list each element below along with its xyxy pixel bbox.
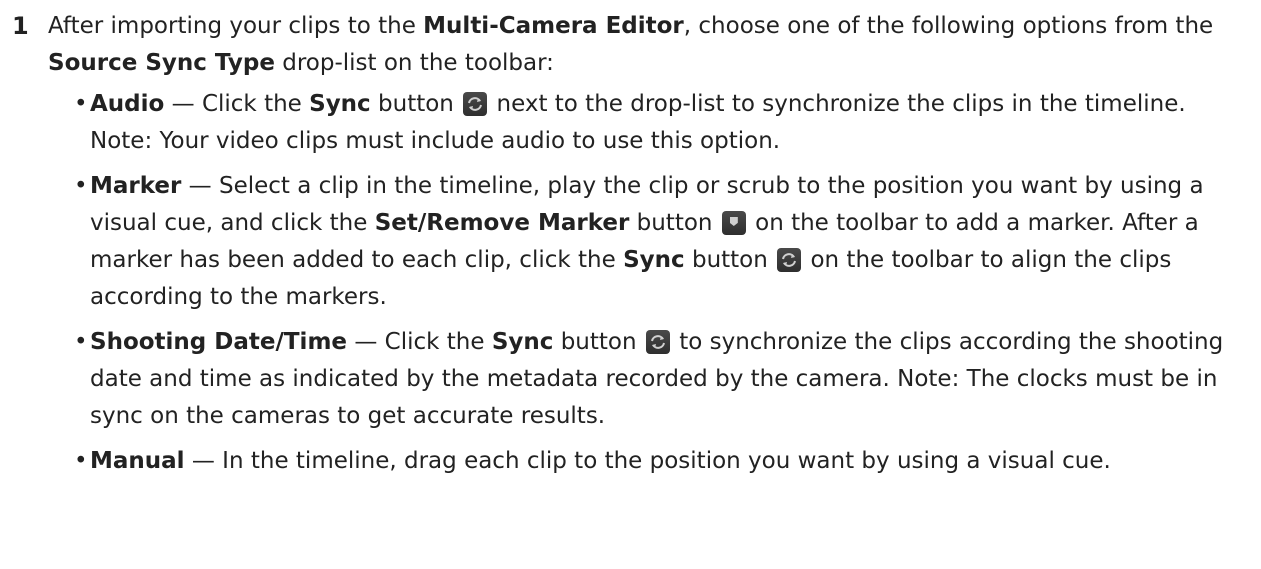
step-instruction: After importing your clips to the Multi-… [48,13,1214,76]
step-1: 1 After importing your clips to the Mult… [12,8,1252,488]
option-manual: • Manual — In the timeline, drag each cl… [74,443,1252,480]
option-title: Marker [90,173,182,199]
sync-icon [463,92,488,116]
source-sync-type-term: Source Sync Type [48,50,275,76]
option-title: Shooting Date/Time [90,329,348,355]
option-title: Manual [90,448,185,474]
sync-options-list: • Audio — Click the Sync button next to … [74,86,1252,480]
option-shooting-date-time: • Shooting Date/Time — Click the Sync bu… [74,324,1252,435]
sync-icon [777,248,802,272]
bullet: • [74,448,88,474]
option-title: Audio [90,91,165,117]
multi-camera-editor-term: Multi-Camera Editor [423,13,684,39]
step-number: 1 [12,12,29,40]
bullet: • [74,91,88,117]
bullet: • [74,329,88,355]
marker-icon [721,211,746,235]
help-page: 1 After importing your clips to the Mult… [0,0,1261,569]
sync-icon [645,330,670,354]
option-audio: • Audio — Click the Sync button next to … [74,86,1252,160]
option-marker: • Marker — Select a clip in the timeline… [74,168,1252,316]
bullet: • [74,173,88,199]
